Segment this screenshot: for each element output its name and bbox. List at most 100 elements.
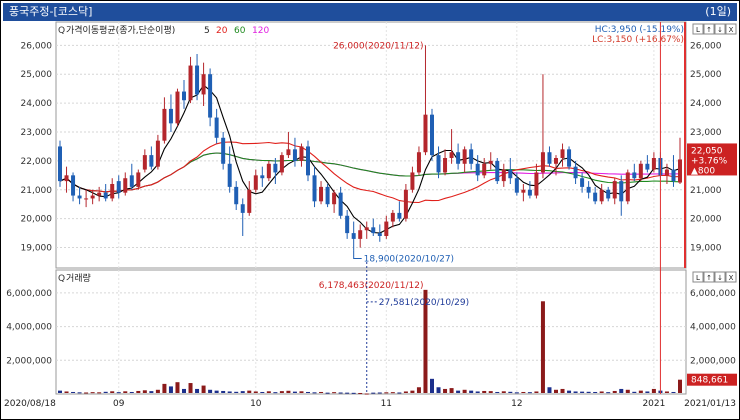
candle-down[interactable]: [495, 160, 500, 182]
candle-down[interactable]: [71, 175, 76, 196]
candle-up[interactable]: [142, 155, 147, 170]
candle-up[interactable]: [651, 158, 656, 170]
volume-bar[interactable]: [103, 391, 108, 393]
candle-up[interactable]: [175, 91, 180, 124]
candle-down[interactable]: [149, 155, 154, 167]
candle-up[interactable]: [560, 149, 565, 158]
candle-down[interactable]: [325, 186, 330, 205]
volume-bar[interactable]: [599, 391, 604, 393]
volume-bar[interactable]: [97, 392, 102, 394]
candle-up[interactable]: [64, 175, 69, 182]
volume-bar[interactable]: [573, 391, 578, 393]
candle-down[interactable]: [567, 149, 572, 167]
candle-down[interactable]: [645, 163, 650, 170]
volume-bar[interactable]: [292, 391, 297, 393]
volume-bar[interactable]: [436, 387, 441, 393]
volume-bar[interactable]: [345, 392, 350, 394]
candle-down[interactable]: [58, 146, 62, 182]
candle-down[interactable]: [671, 169, 676, 182]
volume-bar[interactable]: [377, 392, 382, 394]
candle-up[interactable]: [253, 175, 258, 190]
candle-up[interactable]: [155, 140, 160, 167]
volume-bar[interactable]: [110, 391, 115, 393]
volume-bar[interactable]: [58, 390, 62, 393]
volume-bar[interactable]: [482, 390, 487, 393]
candle-down[interactable]: [547, 152, 552, 164]
candle-down[interactable]: [338, 192, 343, 216]
volume-bar[interactable]: [540, 301, 545, 393]
volume-bar[interactable]: [149, 391, 154, 393]
candle-up[interactable]: [279, 155, 284, 173]
candle-down[interactable]: [221, 137, 226, 164]
candle-down[interactable]: [306, 146, 310, 176]
volume-bar[interactable]: [625, 389, 630, 393]
volume-bar[interactable]: [188, 383, 193, 393]
volume-bar[interactable]: [77, 392, 82, 394]
volume-bar[interactable]: [456, 390, 461, 393]
candle-down[interactable]: [580, 178, 585, 187]
candle-down[interactable]: [619, 181, 624, 202]
candle-down[interactable]: [273, 163, 278, 173]
candle-down[interactable]: [260, 175, 265, 179]
volume-bar[interactable]: [586, 391, 591, 393]
volume-bar[interactable]: [84, 392, 89, 394]
candle-down[interactable]: [371, 227, 376, 234]
volume-bar[interactable]: [514, 392, 519, 394]
volume-bar[interactable]: [325, 392, 330, 394]
candle-down[interactable]: [240, 204, 245, 213]
candle-up[interactable]: [188, 65, 193, 101]
candle-down[interactable]: [182, 91, 186, 101]
candle-up[interactable]: [90, 195, 95, 199]
volume-bar[interactable]: [606, 392, 611, 394]
candle-down[interactable]: [77, 195, 82, 199]
candle-down[interactable]: [527, 189, 532, 196]
candle-up[interactable]: [247, 189, 252, 213]
volume-bar[interactable]: [384, 392, 389, 394]
candle-down[interactable]: [456, 152, 461, 164]
candle-down[interactable]: [345, 215, 350, 234]
candle-up[interactable]: [482, 163, 487, 176]
volume-bar[interactable]: [227, 391, 232, 393]
candle-up[interactable]: [97, 192, 102, 196]
volume-bar[interactable]: [351, 392, 356, 394]
volume-bar[interactable]: [195, 388, 200, 393]
candle-down[interactable]: [573, 166, 578, 179]
volume-bar[interactable]: [312, 392, 317, 394]
volume-bar[interactable]: [332, 392, 337, 394]
volume-bar[interactable]: [253, 391, 258, 393]
volume-bar[interactable]: [364, 393, 369, 395]
candle-up[interactable]: [462, 149, 467, 164]
volume-bar[interactable]: [162, 383, 167, 393]
candle-up[interactable]: [534, 172, 539, 196]
candle-up[interactable]: [364, 227, 369, 231]
volume-bar[interactable]: [221, 390, 226, 393]
volume-bar[interactable]: [410, 390, 415, 393]
volume-bar[interactable]: [306, 391, 310, 393]
volume-bar[interactable]: [234, 391, 239, 393]
candle-up[interactable]: [423, 114, 428, 153]
candle-up[interactable]: [332, 192, 337, 205]
volume-bar[interactable]: [90, 392, 95, 394]
volume-bar[interactable]: [430, 378, 434, 393]
candle-up[interactable]: [201, 74, 206, 95]
candle-up[interactable]: [162, 108, 167, 141]
candle-up[interactable]: [612, 181, 617, 199]
candle-down[interactable]: [514, 178, 519, 193]
volume-bar[interactable]: [645, 391, 650, 393]
candle-down[interactable]: [377, 233, 382, 236]
volume-bar[interactable]: [567, 390, 572, 393]
volume-bar[interactable]: [619, 388, 624, 393]
candle-down[interactable]: [397, 212, 402, 219]
candle-up[interactable]: [390, 212, 395, 222]
volume-bar[interactable]: [319, 391, 324, 393]
candle-up[interactable]: [488, 160, 493, 164]
volume-bar[interactable]: [547, 387, 552, 393]
candle-up[interactable]: [554, 158, 558, 164]
volume-bar[interactable]: [129, 391, 134, 393]
volume-bar[interactable]: [462, 389, 467, 393]
volume-bar[interactable]: [638, 390, 643, 393]
volume-bar[interactable]: [155, 389, 160, 393]
candle-down[interactable]: [195, 65, 200, 95]
candle-up[interactable]: [443, 158, 448, 173]
candle-down[interactable]: [508, 169, 513, 179]
